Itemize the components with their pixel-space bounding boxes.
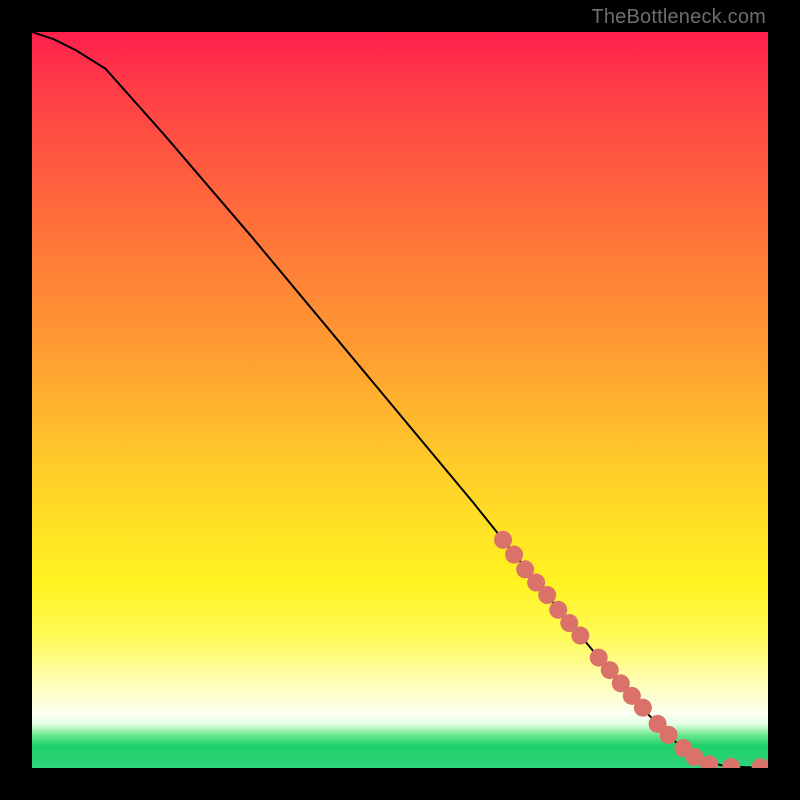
- highlighted-point: [660, 726, 678, 744]
- curve-line: [32, 32, 768, 767]
- chart-stage: TheBottleneck.com: [0, 0, 800, 800]
- highlighted-point: [752, 758, 768, 768]
- chart-svg: [32, 32, 768, 768]
- plot-area: [32, 32, 768, 768]
- highlighted-point: [494, 531, 512, 549]
- highlighted-point: [722, 758, 740, 768]
- highlighted-point: [505, 546, 523, 564]
- highlighted-point: [538, 586, 556, 604]
- highlighted-point: [634, 699, 652, 717]
- highlighted-point: [571, 627, 589, 645]
- attribution-text: TheBottleneck.com: [591, 6, 766, 29]
